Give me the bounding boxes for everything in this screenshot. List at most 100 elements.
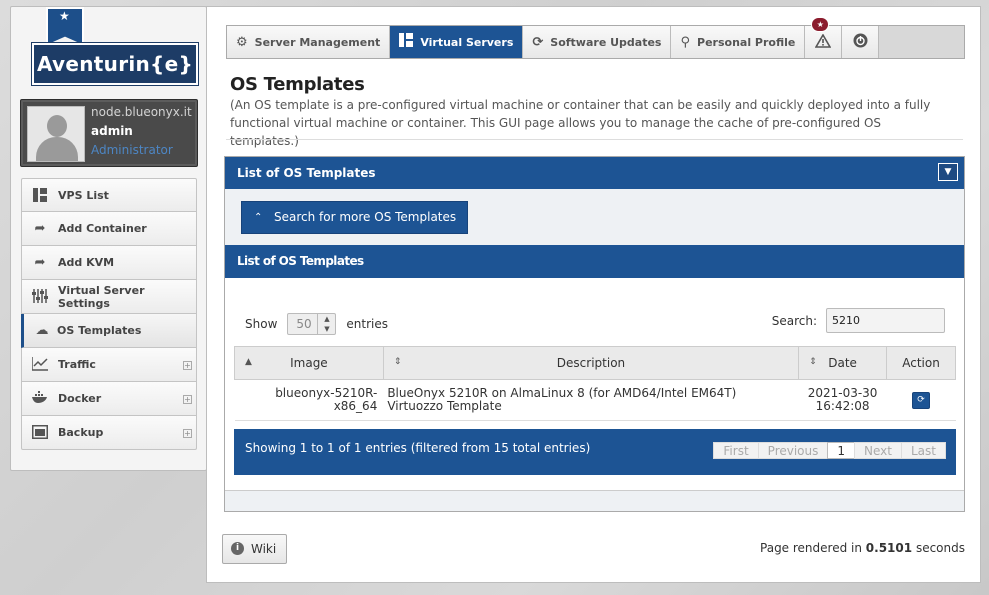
page-length-control: Show 50 ▲ ▼ entries bbox=[245, 313, 388, 335]
user-card: node.blueonyx.it admin Administrator bbox=[20, 99, 198, 167]
logo[interactable]: ★ Aventurin{e} bbox=[31, 7, 204, 87]
refresh-template-button[interactable]: ⟳ bbox=[912, 391, 931, 409]
column-label: Description bbox=[556, 356, 626, 370]
table-header-row: ▲ Image ⇕ Description ⇕ Date Action bbox=[234, 346, 956, 380]
user-role-link[interactable]: Administrator bbox=[91, 141, 192, 160]
sidebar-menu: VPS List ➦ Add Container ➦ Add KVM Virtu… bbox=[21, 178, 197, 450]
tab-software-updates[interactable]: ⟳ Software Updates bbox=[523, 26, 672, 58]
backup-icon bbox=[32, 425, 48, 441]
docker-icon bbox=[32, 391, 48, 407]
sidebar-item-label: Traffic bbox=[58, 358, 96, 371]
table-section-header: List of OS Templates bbox=[225, 245, 964, 278]
render-value: 0.5101 bbox=[865, 541, 913, 555]
tab-label: Personal Profile bbox=[697, 35, 796, 49]
user-icon: ⚲ bbox=[680, 34, 691, 50]
page-length-select[interactable]: 50 ▲ ▼ bbox=[287, 313, 337, 335]
search-label: Search: bbox=[771, 313, 817, 328]
column-header-description[interactable]: ⇕ Description bbox=[382, 346, 800, 380]
expand-icon[interactable]: + bbox=[183, 361, 192, 370]
pager-last[interactable]: Last bbox=[901, 442, 946, 459]
tab-label: Server Management bbox=[254, 35, 381, 49]
sidebar-item-label: Backup bbox=[58, 426, 104, 439]
tab-logout[interactable] bbox=[842, 26, 880, 58]
expand-icon[interactable]: + bbox=[183, 395, 192, 404]
collapse-button[interactable]: ▼ bbox=[938, 163, 958, 181]
refresh-icon: ⟳ bbox=[532, 34, 544, 50]
refresh-icon: ⟳ bbox=[917, 394, 925, 405]
page-length-value: 50 bbox=[296, 317, 312, 331]
tab-virtual-servers[interactable]: Virtual Servers bbox=[390, 26, 524, 58]
top-tabs: ⚙ Server Management Virtual Servers ⟳ So… bbox=[226, 17, 965, 59]
tab-label: Software Updates bbox=[550, 35, 662, 49]
sidebar-item-label: OS Templates bbox=[57, 324, 142, 337]
divider bbox=[226, 139, 963, 140]
panel-footer bbox=[225, 490, 964, 511]
sidebar: ★ Aventurin{e} node.blueonyx.it admin Ad… bbox=[10, 6, 207, 471]
column-label: Date bbox=[828, 356, 857, 370]
table-info-bar: Showing 1 to 1 of 1 entries (filtered fr… bbox=[234, 429, 956, 475]
sidebar-item-docker[interactable]: Docker + bbox=[21, 382, 197, 416]
user-name: admin bbox=[91, 124, 133, 138]
panel-title: List of OS Templates bbox=[237, 166, 376, 180]
power-icon bbox=[853, 33, 868, 51]
chevron-up-icon: ⌃ bbox=[254, 212, 263, 223]
grid-icon bbox=[32, 188, 48, 204]
pager-first[interactable]: First bbox=[713, 442, 758, 459]
sidebar-item-os-templates[interactable]: ☁ OS Templates bbox=[21, 314, 197, 348]
tab-server-management[interactable]: ⚙ Server Management bbox=[227, 26, 391, 58]
show-label: Show bbox=[245, 317, 278, 331]
pager-previous[interactable]: Previous bbox=[757, 442, 828, 459]
pager-next[interactable]: Next bbox=[854, 442, 901, 459]
tab-alerts[interactable]: ★ bbox=[805, 17, 843, 58]
cell-date: 2021-03-30 16:42:08 bbox=[798, 379, 887, 421]
time-value: 16:42:08 bbox=[815, 399, 870, 413]
table-info: Showing 1 to 1 of 1 entries (filtered fr… bbox=[245, 441, 591, 455]
warning-icon bbox=[814, 32, 832, 51]
logo-ribbon: ★ bbox=[46, 7, 84, 45]
expand-icon[interactable]: + bbox=[183, 429, 192, 438]
page-title: OS Templates bbox=[230, 74, 365, 95]
column-header-date[interactable]: ⇕ Date bbox=[798, 346, 888, 380]
node-hostname: node.blueonyx.it bbox=[91, 105, 192, 119]
sidebar-item-traffic[interactable]: Traffic + bbox=[21, 348, 197, 382]
info-icon: i bbox=[231, 542, 244, 555]
tabs-filler bbox=[879, 26, 964, 58]
os-templates-table: ▲ Image ⇕ Description ⇕ Date Action blueony… bbox=[234, 346, 956, 421]
sort-icon: ⇕ bbox=[393, 357, 402, 367]
cell-action: ⟳ bbox=[886, 379, 956, 421]
column-label: Image bbox=[290, 356, 328, 370]
sidebar-item-add-container[interactable]: ➦ Add Container bbox=[21, 212, 197, 246]
share-arrow-icon: ➦ bbox=[34, 255, 46, 270]
pager-page-1[interactable]: 1 bbox=[827, 442, 855, 459]
line-chart-icon bbox=[31, 357, 48, 373]
table-search: Search: bbox=[772, 308, 945, 333]
chevron-down-icon: ▼ bbox=[944, 167, 952, 177]
sidebar-item-virtual-server-settings[interactable]: Virtual Server Settings bbox=[21, 280, 197, 314]
table-row: blueonyx-5210R- x86_64 BlueOnyx 5210R on… bbox=[234, 379, 956, 421]
sidebar-item-add-kvm[interactable]: ➦ Add KVM bbox=[21, 246, 197, 280]
main-content: ⚙ Server Management Virtual Servers ⟳ So… bbox=[206, 6, 981, 583]
sidebar-item-label: Docker bbox=[58, 392, 102, 405]
avatar bbox=[27, 106, 85, 162]
search-input[interactable] bbox=[826, 308, 945, 333]
sidebar-item-backup[interactable]: Backup + bbox=[21, 416, 197, 450]
spinner-icon: ▲ ▼ bbox=[317, 314, 335, 334]
sliders-icon bbox=[32, 289, 48, 305]
pagination: First Previous 1 Next Last bbox=[713, 442, 946, 459]
render-prefix: Page rendered in bbox=[760, 541, 862, 555]
render-suffix: seconds bbox=[915, 541, 965, 555]
page-description: (An OS template is a pre-configured virt… bbox=[230, 98, 931, 148]
share-arrow-icon: ➦ bbox=[34, 221, 46, 236]
wiki-label: Wiki bbox=[251, 542, 277, 556]
search-more-templates-button[interactable]: ⌃ Search for more OS Templates bbox=[241, 201, 468, 234]
os-templates-panel: List of OS Templates ▼ ⌃ Search for more… bbox=[224, 156, 965, 512]
alert-badge: ★ bbox=[811, 17, 830, 32]
cell-description: BlueOnyx 5210R on AlmaLinux 8 (for AMD64… bbox=[383, 379, 799, 421]
sort-icon: ⇕ bbox=[809, 357, 817, 367]
wiki-button[interactable]: i Wiki bbox=[222, 534, 287, 564]
sort-asc-icon: ▲ bbox=[245, 357, 252, 367]
tab-personal-profile[interactable]: ⚲ Personal Profile bbox=[671, 26, 806, 58]
column-header-image[interactable]: ▲ Image bbox=[234, 346, 384, 380]
description-type: Virtuozzo Template bbox=[387, 399, 502, 413]
sidebar-item-vps-list[interactable]: VPS List bbox=[21, 178, 197, 212]
